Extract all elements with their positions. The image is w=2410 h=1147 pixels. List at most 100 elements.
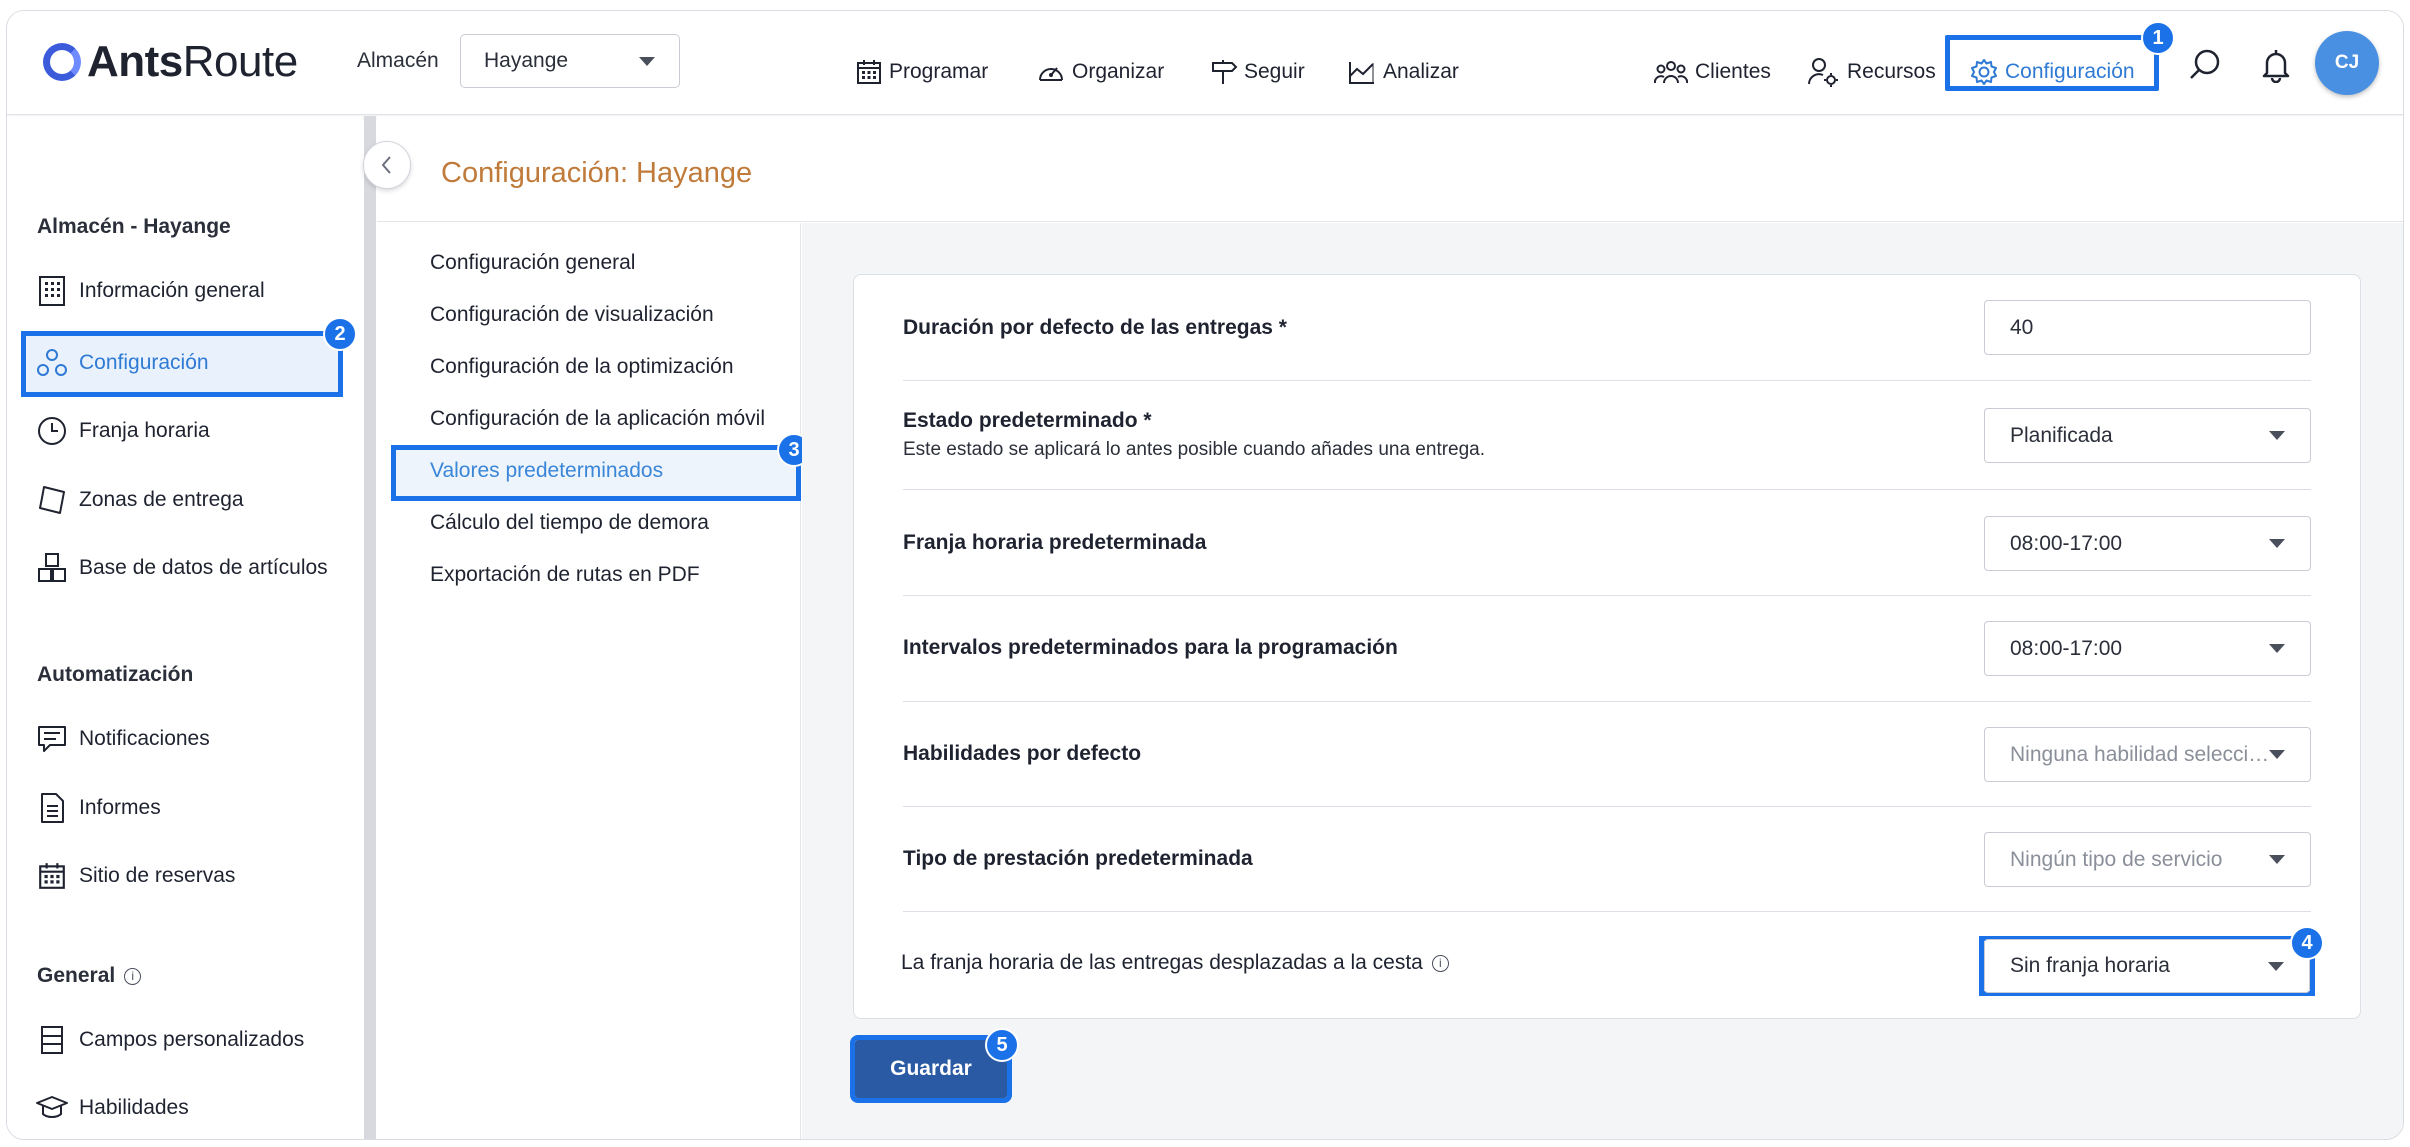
- gear-icon: [1971, 59, 1997, 85]
- row-divider: [903, 489, 2311, 490]
- sidebar-scrollbar[interactable]: [364, 116, 376, 1139]
- row-divider: [903, 806, 2311, 807]
- app-frame: AntsRoute Almacén Hayange Programar Orga…: [6, 10, 2404, 1140]
- subnav-visual[interactable]: Configuración de visualización: [430, 303, 714, 327]
- nav-recursos[interactable]: Recursos: [1807, 55, 1936, 89]
- document-icon: [35, 791, 69, 825]
- intervalos-value: 08:00-17:00: [2010, 636, 2123, 660]
- subnav-valores[interactable]: Valores predeterminados: [430, 459, 663, 483]
- cesta-label: La franja horaria de las entregas despla…: [901, 951, 1423, 974]
- nav-seguir[interactable]: Seguir: [1210, 55, 1305, 89]
- subnav-optim[interactable]: Configuración de la optimización: [430, 355, 734, 379]
- row-divider: [903, 380, 2311, 381]
- chevron-left-icon: [381, 156, 391, 174]
- cesta-label-row: La franja horaria de las entregas despla…: [901, 951, 1449, 975]
- sidebar-item-label: Sitio de reservas: [79, 864, 236, 887]
- section-general-label: General: [37, 964, 116, 987]
- cesta-value: Sin franja horaria: [2010, 954, 2170, 977]
- sidebar-item-label: Configuración: [79, 351, 209, 374]
- franja-value: 08:00-17:00: [2010, 531, 2123, 555]
- sidebar-item-notificaciones[interactable]: Notificaciones: [35, 719, 210, 759]
- franja-select[interactable]: 08:00-17:00: [1984, 516, 2311, 571]
- step-badge-2: 2: [323, 317, 357, 351]
- warehouse-label: Almacén: [357, 49, 439, 72]
- habilidades-placeholder: Ninguna habilidad seleccionada: [2010, 742, 2272, 766]
- subnav-movil[interactable]: Configuración de la aplicación móvil: [430, 407, 765, 431]
- sidebar-item-config[interactable]: Configuración: [35, 343, 209, 383]
- sidebar-section-automation: Automatización: [37, 663, 194, 686]
- row-divider: [903, 701, 2311, 702]
- top-bar: AntsRoute Almacén Hayange Programar Orga…: [7, 11, 2403, 115]
- subnav-general[interactable]: Configuración general: [430, 251, 635, 275]
- logo-bold: Ants: [87, 37, 183, 86]
- estado-help-text: Este estado se aplicará lo antes posible…: [903, 439, 1486, 460]
- nav-organizar[interactable]: Organizar: [1036, 55, 1164, 89]
- row-divider: [903, 595, 2311, 596]
- chevron-down-icon: [639, 57, 655, 66]
- row-divider: [903, 911, 2311, 912]
- nav-analizar-label: Analizar: [1383, 60, 1459, 83]
- nav-configuracion[interactable]: Configuración: [1969, 55, 2135, 89]
- nav-clientes[interactable]: Clientes: [1653, 55, 1771, 89]
- sidebar-item-franja[interactable]: Franja horaria: [35, 411, 210, 451]
- user-gear-icon: [1808, 58, 1838, 87]
- sidebar-item-label: Información general: [79, 279, 265, 302]
- nav-configuracion-label: Configuración: [2005, 60, 2135, 83]
- info-icon[interactable]: i: [1431, 954, 1449, 972]
- signpost-icon: [1212, 60, 1238, 84]
- subnav-export[interactable]: Exportación de rutas en PDF: [430, 563, 700, 587]
- search-icon[interactable]: [2187, 47, 2223, 83]
- cesta-select[interactable]: Sin franja horaria: [1984, 939, 2310, 993]
- step-badge-5: 5: [985, 1028, 1019, 1062]
- polygon-icon: [35, 483, 69, 517]
- chevron-down-icon: [2269, 431, 2285, 440]
- sidebar-section-warehouse: Almacén - Hayange: [37, 215, 231, 238]
- sidebar-item-base[interactable]: Base de datos de artículos: [35, 548, 328, 588]
- intervalos-select[interactable]: 08:00-17:00: [1984, 621, 2311, 676]
- save-button[interactable]: Guardar: [850, 1035, 1012, 1103]
- chevron-down-icon: [2269, 644, 2285, 653]
- nav-analizar[interactable]: Analizar: [1347, 55, 1459, 89]
- duracion-input[interactable]: 40: [1984, 300, 2311, 355]
- sidebar-item-label: Zonas de entrega: [79, 488, 244, 511]
- user-avatar[interactable]: CJ: [2315, 31, 2379, 95]
- tipo-label: Tipo de prestación predeterminada: [903, 847, 1253, 870]
- nav-programar[interactable]: Programar: [855, 55, 988, 89]
- subnav-calculo[interactable]: Cálculo del tiempo de demora: [430, 511, 709, 535]
- tipo-placeholder: Ningún tipo de servicio: [2010, 847, 2223, 871]
- info-icon[interactable]: i: [124, 967, 142, 985]
- sidebar-item-sitio[interactable]: Sitio de reservas: [35, 856, 235, 896]
- customers-icon: [1653, 61, 1689, 84]
- warehouse-select[interactable]: Hayange: [460, 34, 680, 88]
- tipo-select[interactable]: Ningún tipo de servicio: [1984, 832, 2311, 887]
- graduation-cap-icon: [35, 1091, 69, 1125]
- collapse-sidebar-button[interactable]: [363, 141, 411, 189]
- franja-label: Franja horaria predeterminada: [903, 531, 1207, 554]
- nodes-icon: [35, 346, 69, 380]
- sidebar-item-informes[interactable]: Informes: [35, 788, 161, 828]
- gauge-icon: [1039, 67, 1063, 81]
- sidebar-item-label: Habilidades: [79, 1096, 189, 1119]
- logo-mark-icon: [43, 43, 81, 81]
- estado-select[interactable]: Planificada: [1984, 408, 2311, 463]
- duracion-value: 40: [2010, 315, 2034, 339]
- sidebar-item-habilidades[interactable]: Habilidades: [35, 1088, 189, 1128]
- nav-seguir-label: Seguir: [1244, 60, 1305, 83]
- page-title: Configuración: Hayange: [441, 157, 753, 189]
- sidebar-item-campos[interactable]: Campos personalizados: [35, 1020, 304, 1060]
- calendar-icon: [857, 60, 881, 84]
- clock-icon: [35, 414, 69, 448]
- sidebar-item-zonas[interactable]: Zonas de entrega: [35, 480, 244, 520]
- step-badge-1: 1: [2141, 21, 2175, 55]
- habilidades-select[interactable]: Ninguna habilidad seleccionada: [1984, 727, 2311, 782]
- sidebar-item-label: Base de datos de artículos: [79, 556, 328, 579]
- habilidades-label: Habilidades por defecto: [903, 742, 1142, 765]
- sidebar-item-info[interactable]: Información general: [35, 271, 265, 311]
- logo[interactable]: AntsRoute: [43, 37, 298, 87]
- sidebar-item-label: Informes: [79, 796, 161, 819]
- chevron-down-icon: [2269, 750, 2285, 759]
- bell-icon[interactable]: [2261, 47, 2291, 83]
- warehouse-value: Hayange: [484, 49, 569, 72]
- chevron-down-icon: [2268, 962, 2284, 971]
- estado-value: Planificada: [2010, 423, 2113, 447]
